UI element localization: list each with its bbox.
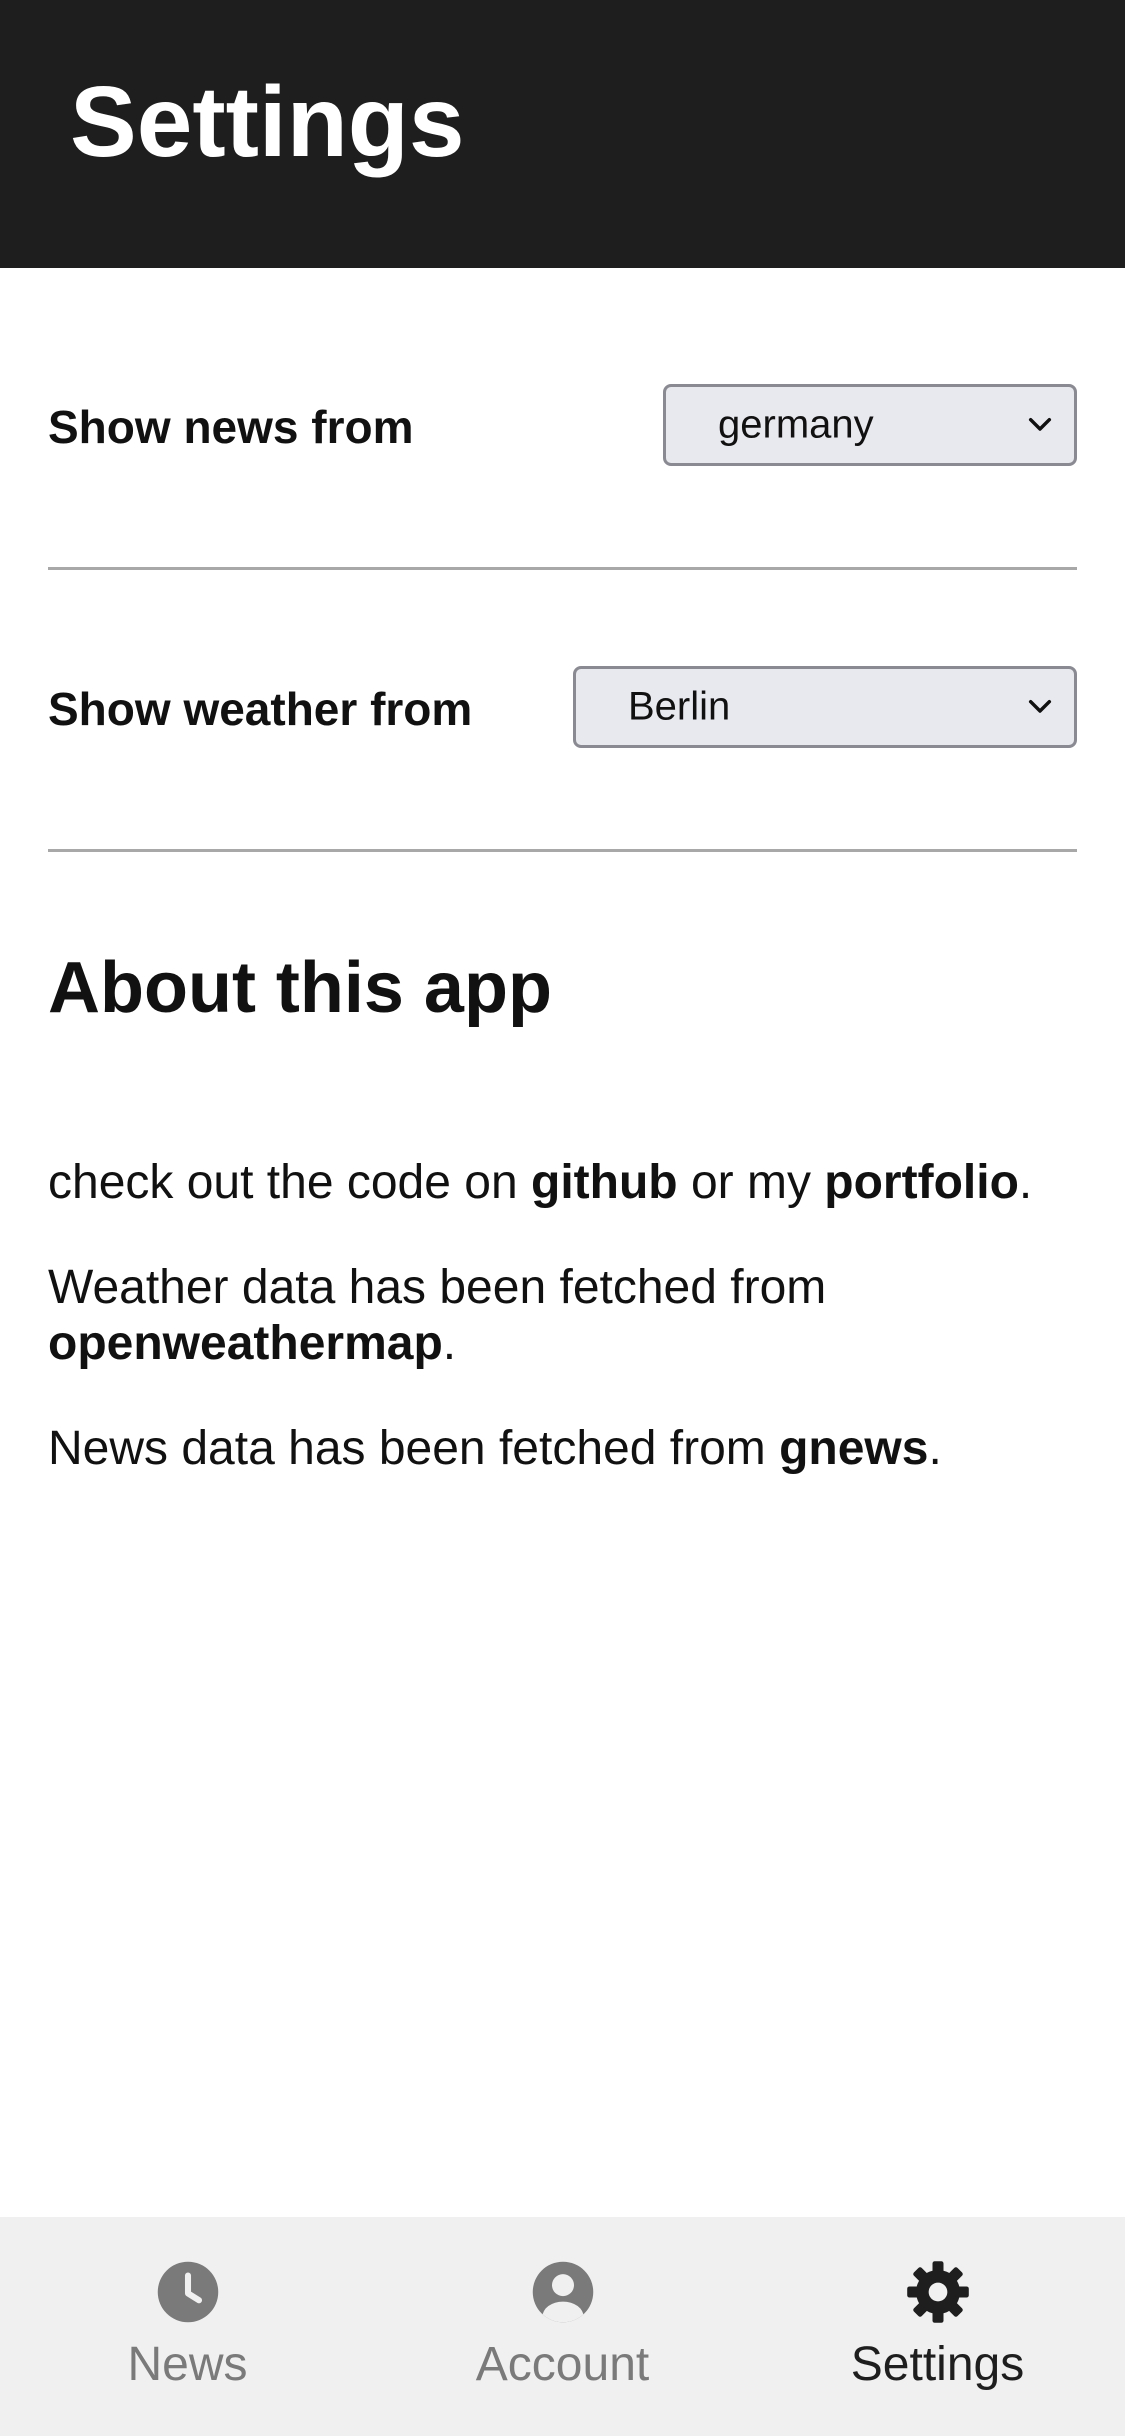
text: Weather data has been fetched from: [48, 1261, 827, 1314]
header-bar: Settings: [0, 0, 1125, 268]
tab-label: News: [127, 2338, 248, 2391]
tab-label: Settings: [850, 2338, 1025, 2391]
text: News data has been fetched from: [48, 1422, 780, 1475]
weather-setting-row: Show weather from Berlin: [48, 666, 1077, 752]
clock-icon: [157, 2261, 218, 2323]
about-weather-source-paragraph: Weather data has been fetched from openw…: [48, 1260, 1077, 1372]
app-root: Settings Show news from germany Show wea…: [0, 0, 1125, 2436]
news-setting-row: Show news from germany: [48, 384, 1077, 470]
news-setting-label: Show news from: [48, 401, 414, 453]
account-icon: [532, 2261, 593, 2323]
text: .: [442, 1317, 457, 1370]
weather-city-select[interactable]: Berlin: [573, 666, 1077, 748]
weather-city-value: Berlin: [628, 684, 731, 729]
weather-setting-label: Show weather from: [48, 683, 473, 735]
gnews-link[interactable]: gnews: [779, 1422, 928, 1475]
about-news-source-paragraph: News data has been fetched from gnews.: [48, 1421, 1077, 1477]
text: .: [928, 1422, 942, 1475]
portfolio-link[interactable]: portfolio: [824, 1156, 1019, 1209]
chevron-down-icon: [1028, 699, 1052, 713]
text: or my: [677, 1156, 825, 1209]
about-code-paragraph: check out the code on github or my portf…: [48, 1155, 1077, 1211]
github-link[interactable]: github: [531, 1156, 678, 1209]
chevron-down-icon: [1028, 417, 1052, 431]
tab-label: Account: [475, 2338, 650, 2391]
tab-news[interactable]: News: [0, 2217, 375, 2436]
news-country-select[interactable]: germany: [663, 384, 1077, 466]
gear-icon: [906, 2261, 969, 2323]
about-title: About this app: [48, 948, 552, 1028]
openweathermap-link[interactable]: openweathermap: [48, 1317, 443, 1370]
text: .: [1018, 1156, 1033, 1209]
tab-settings[interactable]: Settings: [750, 2217, 1125, 2436]
bottom-tab-bar: News Account Settings: [0, 2217, 1125, 2436]
page-title: Settings: [70, 66, 465, 178]
tab-account[interactable]: Account: [375, 2217, 750, 2436]
text: check out the code on: [48, 1156, 531, 1209]
divider: [48, 849, 1077, 852]
news-country-value: germany: [718, 402, 874, 447]
divider: [48, 567, 1077, 570]
